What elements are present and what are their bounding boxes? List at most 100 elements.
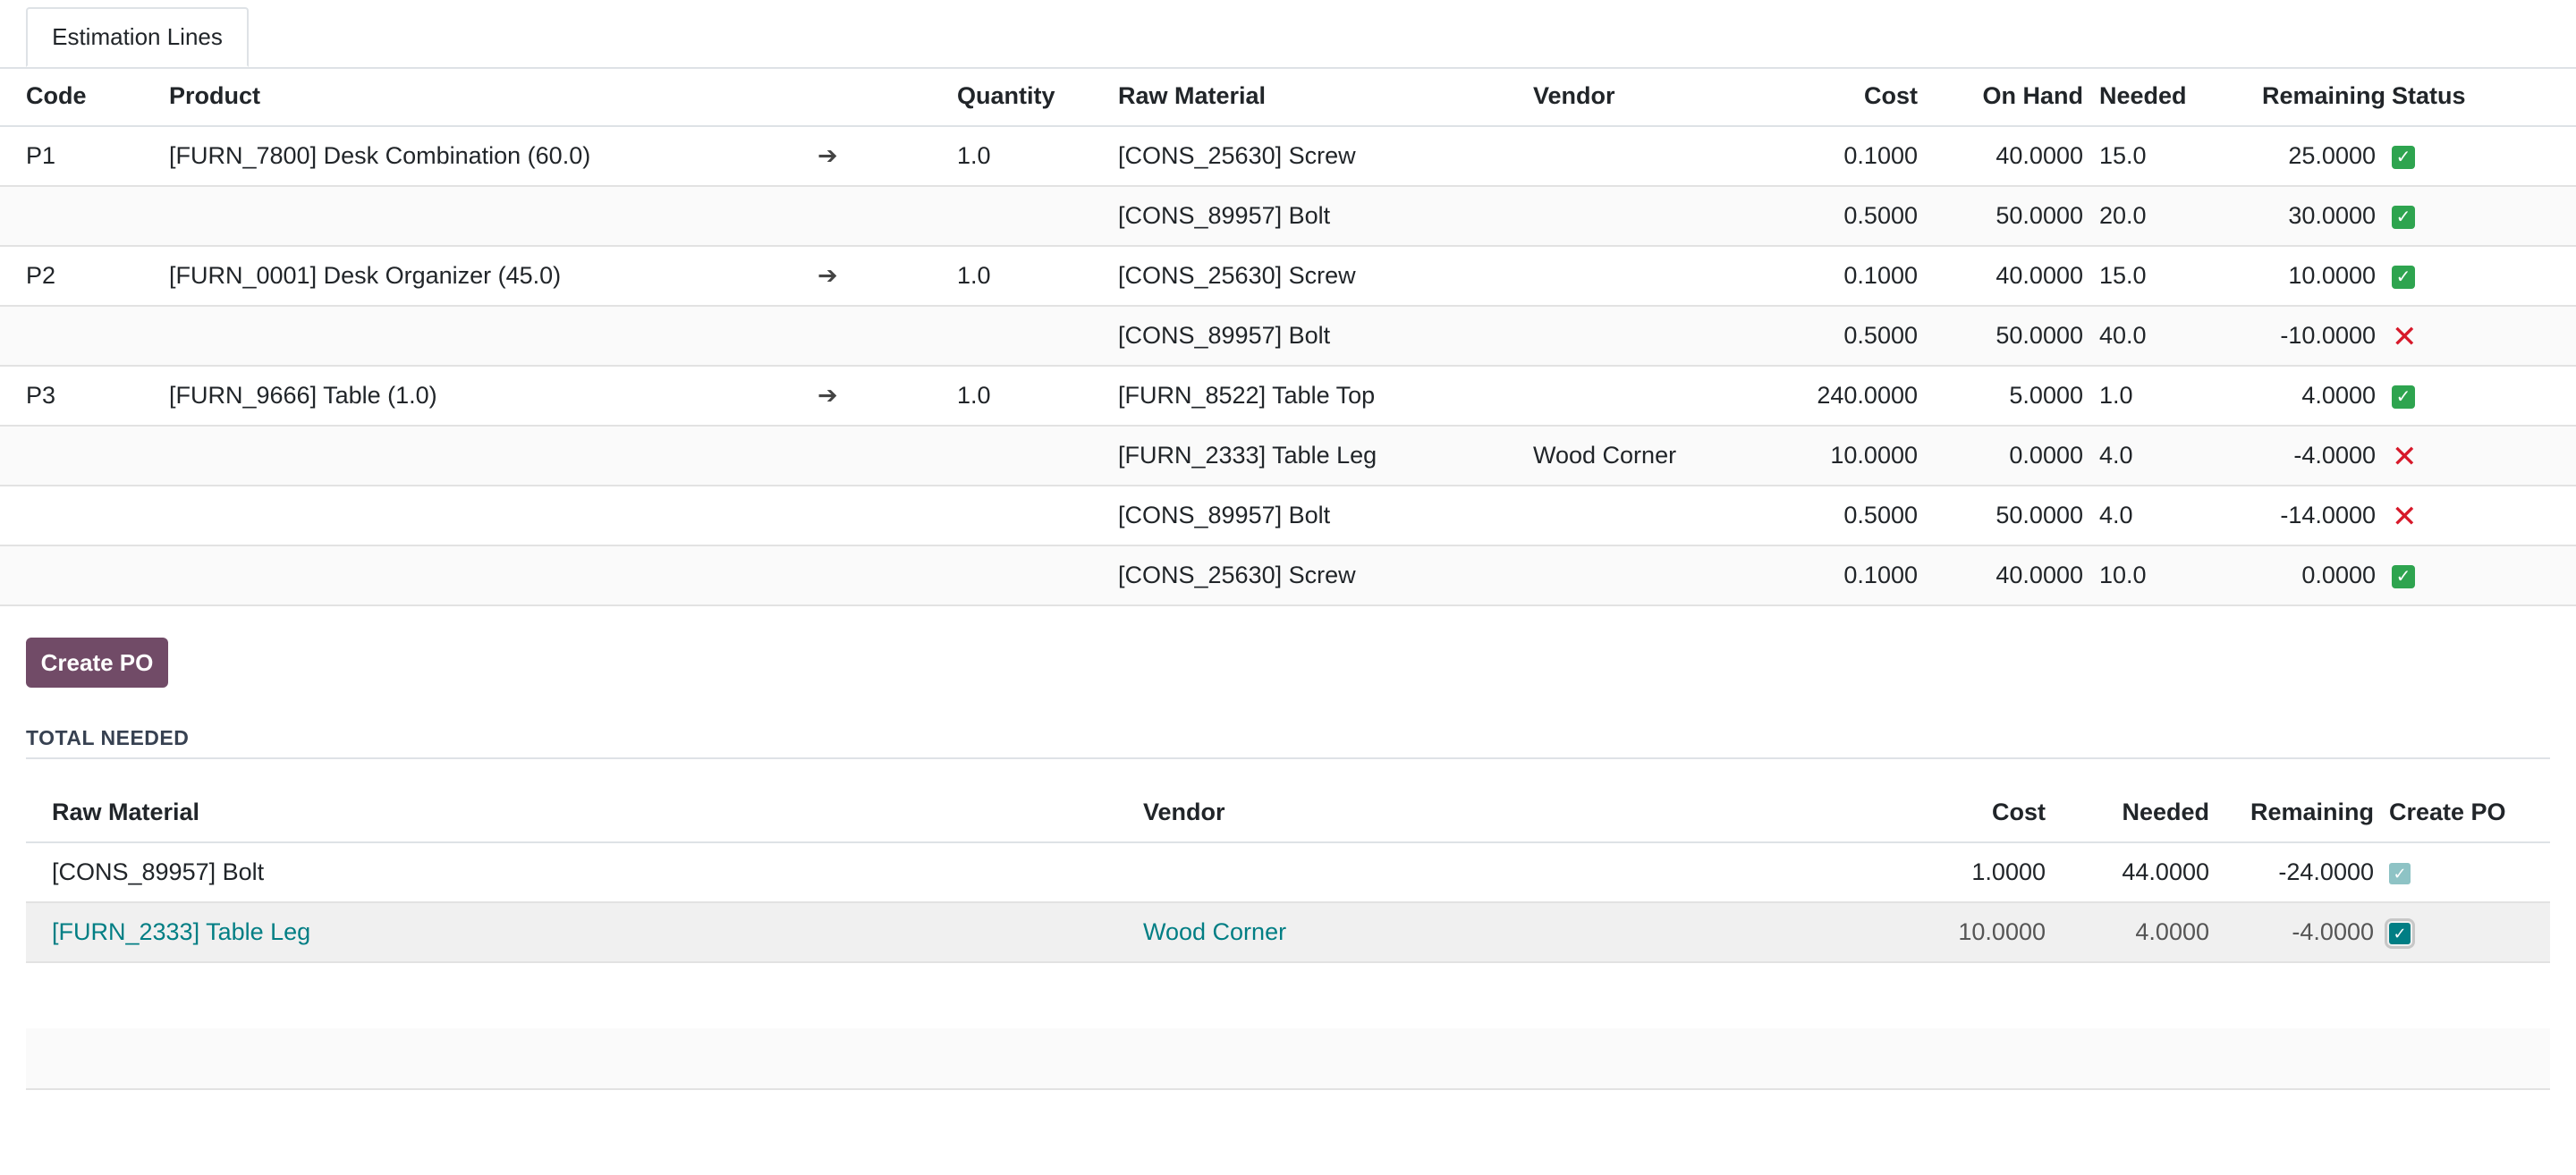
remaining-cell: -10.0000 — [2280, 322, 2376, 349]
column-header-raw-material[interactable]: Raw Material — [26, 783, 1143, 842]
arrow-right-icon: ➔ — [818, 142, 838, 169]
status-cell: ✓ — [2392, 545, 2576, 605]
table-row[interactable]: P2 [FURN_0001] Desk Organizer (45.0) ➔ 1.0 [… — [0, 246, 2576, 306]
create-po-cell: ✓ — [2374, 842, 2550, 902]
code-cell — [0, 486, 169, 545]
table-row[interactable]: [FURN_2333] Table Leg Wood Corner 10.0000 0… — [0, 426, 2576, 486]
cross-mark-icon: ✕ — [2392, 439, 2418, 474]
table-row[interactable]: [CONS_89957] Bolt 0.5000 50.0000 4.0 -14.000… — [0, 486, 2576, 545]
arrow-right-icon — [818, 486, 957, 545]
code-cell — [0, 186, 169, 246]
table-row[interactable]: P3 [FURN_9666] Table (1.0) ➔ 1.0 [FURN_8522]… — [0, 366, 2576, 426]
product-cell — [169, 426, 818, 486]
create-po-cell: ✓ — [2374, 902, 2550, 962]
column-header-product[interactable]: Product — [169, 67, 818, 126]
check-mark-icon: ✓ — [2392, 205, 2415, 229]
cost-cell: 10.0000 — [1958, 918, 2046, 945]
status-cell: ✓ — [2392, 126, 2576, 186]
cost-cell: 0.1000 — [1843, 142, 1918, 169]
status-cell: ✓ — [2392, 366, 2576, 426]
notebook-tabs: Estimation Lines — [0, 0, 2576, 69]
vendor-cell — [1143, 842, 1707, 902]
cost-cell: 10.0000 — [1830, 442, 1918, 469]
remaining-cell: -4.0000 — [2293, 442, 2376, 469]
code-cell — [0, 426, 169, 486]
column-header-needed[interactable]: Needed — [2046, 783, 2209, 842]
status-cell: ✕ — [2392, 426, 2576, 486]
needed-cell: 20.0 — [2099, 202, 2147, 229]
product-cell — [169, 486, 818, 545]
cross-mark-icon: ✕ — [2392, 319, 2418, 354]
needed-cell: 4.0000 — [2135, 918, 2209, 945]
table-row[interactable]: [FURN_2333] Table Leg Wood Corner 10.0000 4… — [26, 902, 2550, 962]
vendor-cell[interactable]: Wood Corner — [1143, 902, 1707, 962]
raw-material-cell[interactable]: [FURN_2333] Table Leg — [26, 902, 1143, 962]
check-mark-icon: ✓ — [2392, 265, 2415, 289]
column-header-status[interactable]: Status — [2392, 67, 2576, 126]
column-header-code[interactable]: Code — [0, 67, 169, 126]
vendor-cell — [1533, 246, 1730, 306]
code-cell — [0, 306, 169, 366]
raw-material-cell: [CONS_25630] Screw — [1118, 562, 1356, 588]
cost-cell: 1.0000 — [1971, 858, 2046, 885]
needed-cell: 4.0 — [2099, 442, 2133, 469]
raw-material-cell: [CONS_89957] Bolt — [1118, 502, 1331, 528]
raw-material-cell: [FURN_2333] Table Leg — [1118, 442, 1377, 469]
vendor-cell — [1533, 306, 1730, 366]
table-row[interactable]: [CONS_89957] Bolt 1.0000 44.0000 -24.0000 ✓ — [26, 842, 2550, 902]
quantity-cell — [957, 186, 1118, 246]
on-hand-cell: 40.0000 — [1996, 142, 2083, 169]
column-header-remaining[interactable]: Remaining — [2209, 783, 2374, 842]
arrow-right-icon — [818, 306, 957, 366]
column-header-vendor[interactable]: Vendor — [1143, 783, 1707, 842]
product-cell — [169, 186, 818, 246]
needed-cell: 40.0 — [2099, 322, 2147, 349]
quantity-cell — [957, 426, 1118, 486]
needed-cell: 44.0000 — [2122, 858, 2209, 885]
total-needed-table: Raw Material Vendor Cost Needed Remainin… — [26, 783, 2550, 963]
total-needed-title: TOTAL NEEDED — [26, 726, 190, 749]
remaining-cell: 25.0000 — [2288, 142, 2376, 169]
cost-cell: 0.5000 — [1843, 202, 1918, 229]
quantity-cell: 1.0 — [957, 382, 991, 409]
code-cell: P3 — [26, 382, 56, 409]
column-header-cost[interactable]: Cost — [1707, 783, 2046, 842]
quantity-cell: 1.0 — [957, 142, 991, 169]
column-header-raw-material[interactable]: Raw Material — [1118, 67, 1533, 126]
column-header-on-hand[interactable]: On Hand — [1918, 67, 2084, 126]
column-header-remaining[interactable]: Remaining — [2262, 67, 2392, 126]
raw-material-cell: [CONS_25630] Screw — [1118, 142, 1356, 169]
vendor-cell — [1533, 366, 1730, 426]
remaining-cell: -14.0000 — [2280, 502, 2376, 528]
on-hand-cell: 50.0000 — [1996, 202, 2083, 229]
raw-material-cell: [CONS_89957] Bolt — [1118, 322, 1331, 349]
table-row[interactable]: [CONS_89957] Bolt 0.5000 50.0000 40.0 -10.00… — [0, 306, 2576, 366]
quantity-cell — [957, 545, 1118, 605]
create-po-checkbox[interactable]: ✓ — [2385, 917, 2415, 949]
needed-cell: 10.0 — [2099, 562, 2147, 588]
remaining-cell: -4.0000 — [2292, 918, 2374, 945]
column-header-quantity[interactable]: Quantity — [957, 67, 1118, 126]
check-mark-icon: ✓ — [2392, 564, 2415, 588]
arrow-right-icon — [818, 186, 957, 246]
table-row[interactable]: [CONS_89957] Bolt 0.5000 50.0000 20.0 30.000… — [0, 186, 2576, 246]
product-cell: [FURN_9666] Table (1.0) — [169, 382, 437, 409]
create-po-checkbox[interactable]: ✓ — [2389, 862, 2411, 884]
create-po-button[interactable]: Create PO — [26, 638, 168, 688]
column-header-needed[interactable]: Needed — [2083, 67, 2262, 126]
on-hand-cell: 0.0000 — [2009, 442, 2083, 469]
table-row[interactable]: [CONS_25630] Screw 0.1000 40.0000 10.0 0.000… — [0, 545, 2576, 605]
column-header-create-po[interactable]: Create PO — [2374, 783, 2550, 842]
empty-row — [26, 968, 2550, 1030]
column-header-vendor[interactable]: Vendor — [1533, 67, 1730, 126]
vendor-cell: Wood Corner — [1533, 442, 1677, 469]
column-header-cost[interactable]: Cost — [1730, 67, 1918, 126]
status-cell: ✓ — [2392, 186, 2576, 246]
vendor-cell — [1533, 545, 1730, 605]
needed-cell: 15.0 — [2099, 262, 2147, 289]
table-row[interactable]: P1 [FURN_7800] Desk Combination (60.0) ➔ 1.… — [0, 126, 2576, 186]
on-hand-cell: 5.0000 — [2009, 382, 2083, 409]
tab-estimation-lines[interactable]: Estimation Lines — [26, 7, 249, 67]
vendor-cell — [1533, 186, 1730, 246]
cost-cell: 0.5000 — [1843, 502, 1918, 528]
